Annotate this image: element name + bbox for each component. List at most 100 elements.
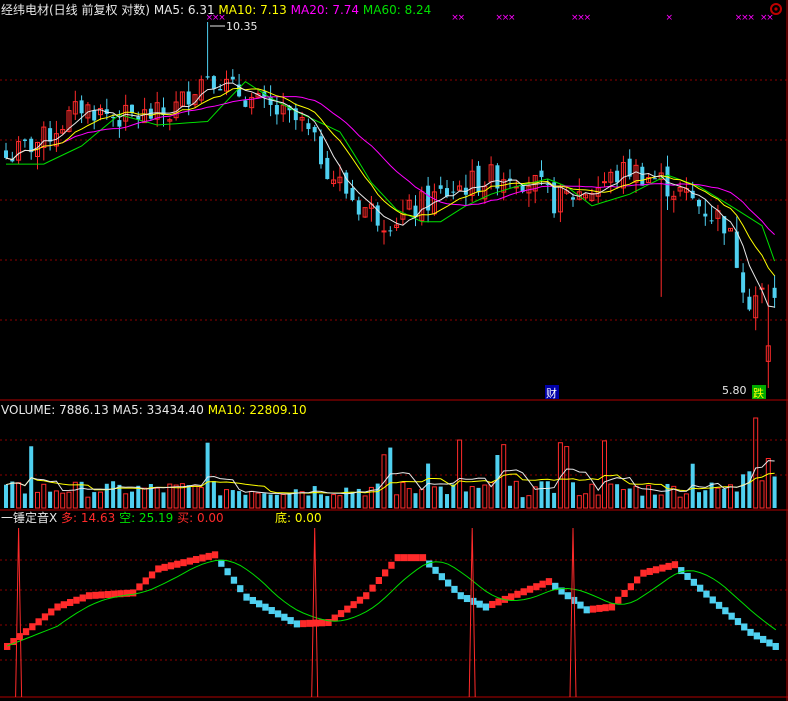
oscillator-step (268, 607, 275, 615)
volume-bar (293, 489, 298, 508)
volume-bar (463, 491, 468, 508)
oscillator-step (589, 605, 597, 613)
volume-bar (697, 492, 701, 508)
oscillator-step (564, 592, 571, 600)
signal-marker: × (584, 13, 592, 23)
volume-bar (508, 485, 512, 508)
oscillator-step (457, 592, 464, 600)
oscillator-step (256, 600, 263, 608)
oscillator-step (249, 596, 256, 604)
oscillator-step (659, 564, 666, 572)
oscillator-step (180, 559, 187, 567)
stock-chart[interactable]: ××× ×× ××× ××× × ××× ×× 经纬电材(日线 前复权 对数) MA5: 6… (0, 0, 788, 701)
oscillator-step (495, 598, 502, 606)
oscillator-step (186, 557, 193, 565)
oscillator-step (205, 552, 212, 560)
volume-bar (92, 492, 97, 508)
volume-bar (545, 481, 550, 508)
oscillator-step (760, 635, 767, 643)
candle (79, 100, 84, 114)
volume-bar (237, 491, 242, 508)
oscillator-step (306, 619, 313, 627)
oscillator-step (287, 617, 294, 625)
oscillator-step (60, 601, 67, 609)
oscillator-step (174, 560, 181, 568)
volume-bar (640, 495, 645, 508)
oscillator-step (690, 578, 697, 586)
oscillator-step (514, 590, 521, 598)
oscillator-step (211, 551, 219, 559)
candle (741, 272, 746, 293)
volume-bar (211, 481, 216, 508)
oscillator-step (747, 628, 754, 636)
volume-bar (287, 492, 292, 508)
volume-bar (703, 490, 708, 508)
oscillator-step (136, 583, 143, 591)
oscillator-step (237, 585, 244, 593)
candle (495, 165, 500, 189)
volume-bar (243, 494, 248, 508)
volume-bar (306, 495, 311, 508)
oscillator-step (419, 554, 427, 562)
candle (709, 220, 714, 222)
oscillator-step (262, 603, 269, 611)
oscillator-step (363, 592, 370, 600)
oscillator-step (224, 568, 231, 576)
oscillator-step (646, 567, 653, 575)
oscillator-step (243, 593, 250, 601)
oscillator-step (615, 596, 622, 604)
candle (48, 128, 53, 142)
oscillator-step (167, 562, 175, 570)
candle (652, 178, 657, 180)
oscillator-step (350, 601, 357, 609)
indicator-bottom-legend: 底: 0.00 (275, 510, 322, 525)
oscillator-step (400, 554, 408, 562)
oscillator-step (602, 604, 609, 612)
price-high-label: 10.35 (226, 20, 258, 33)
oscillator-step (293, 620, 301, 628)
oscillator-step (35, 618, 42, 626)
volume-bar (709, 482, 714, 508)
candle (111, 116, 116, 118)
oscillator-step (671, 561, 679, 569)
candle (356, 200, 361, 215)
candle (130, 104, 134, 114)
candle (640, 166, 645, 186)
volume-bar (539, 481, 544, 508)
volume-bar (48, 491, 53, 508)
volume-bar (734, 491, 739, 508)
oscillator-step (148, 571, 156, 579)
volume-bar (413, 493, 418, 508)
oscillator-step (508, 593, 515, 601)
oscillator-step (640, 569, 647, 577)
volume-bar (22, 493, 27, 508)
candle (22, 139, 27, 142)
candle (274, 105, 279, 115)
signal-marker: × (766, 13, 774, 23)
volume-bar (350, 491, 355, 508)
volume-bar (325, 496, 330, 508)
oscillator-step (520, 588, 527, 596)
oscillator-step (627, 583, 634, 591)
candle (230, 76, 235, 80)
candle (747, 296, 752, 310)
indicator-legend: 一锤定音X 多: 14.63 空: 25.19 买: 0.00 (1, 510, 224, 525)
oscillator-step (697, 584, 704, 592)
volume-legend: VOLUME: 7886.13 MA5: 33434.40 MA10: 2280… (1, 403, 307, 417)
oscillator-step (715, 601, 723, 609)
oscillator-step (85, 592, 93, 600)
volume-bar (747, 471, 752, 508)
candle (381, 230, 387, 233)
signal-marker: × (747, 13, 755, 23)
oscillator-step (344, 605, 351, 613)
volume-bar (772, 476, 777, 508)
oscillator-step (766, 639, 773, 647)
oscillator-step (230, 576, 238, 584)
signal-marker: × (458, 13, 466, 23)
oscillator-step (526, 585, 534, 593)
candle (186, 91, 191, 105)
oscillator-step (104, 591, 112, 599)
candle (211, 76, 216, 89)
oscillator-step (274, 610, 282, 618)
oscillator-step (445, 579, 452, 587)
